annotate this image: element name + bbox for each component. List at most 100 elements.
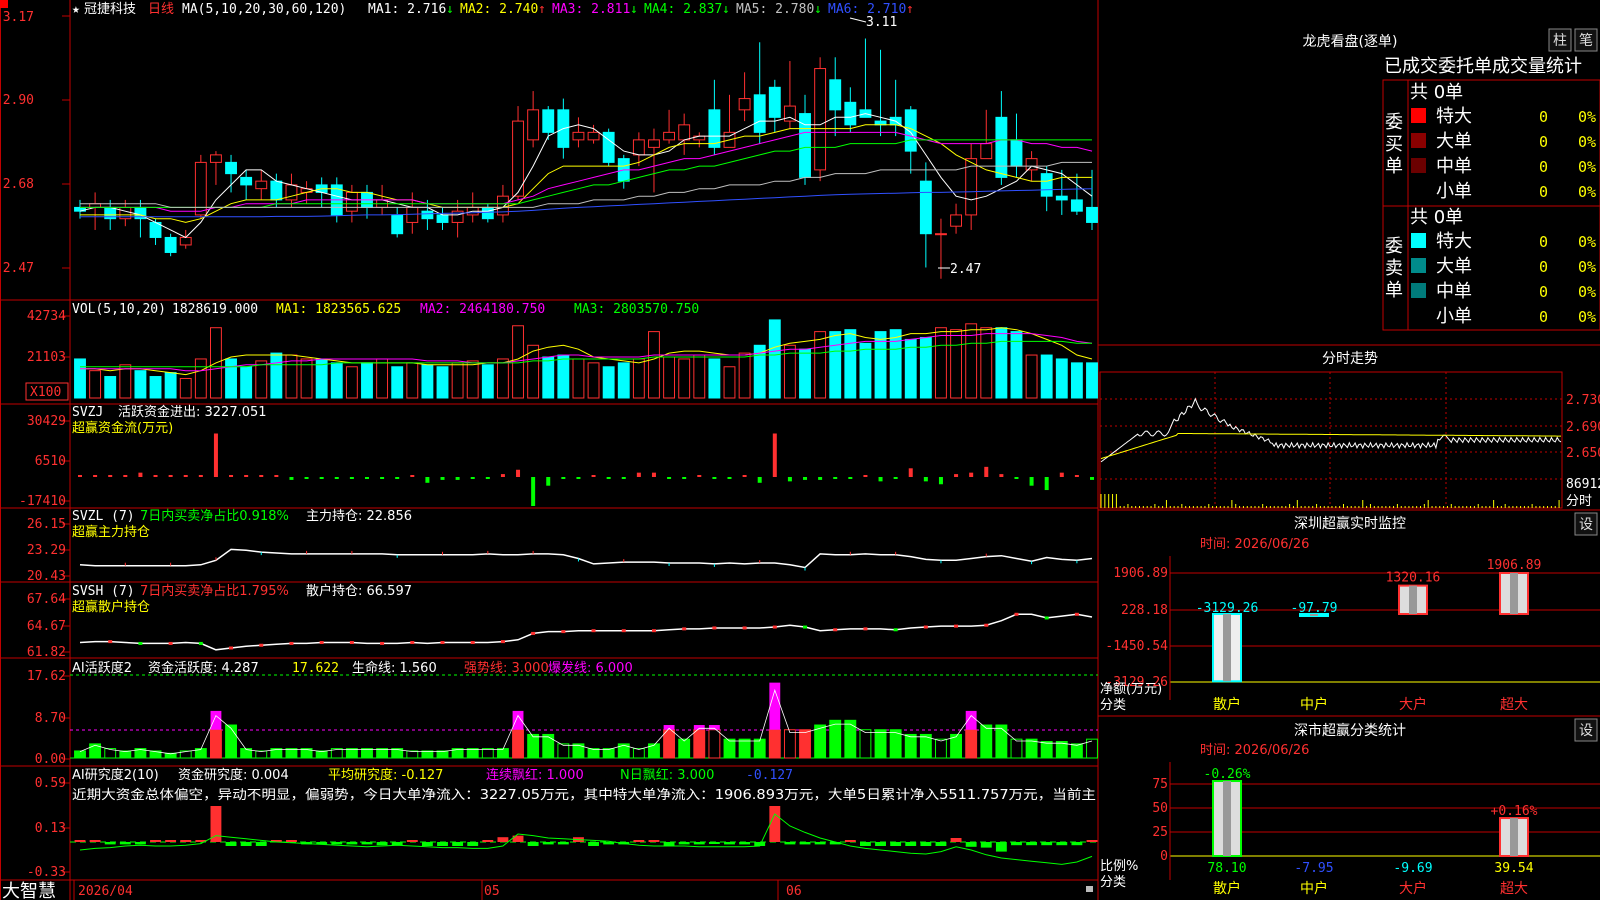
svsh-tick xyxy=(591,629,596,633)
svzj-bar xyxy=(591,475,596,477)
ma-legend-arrow: ↑ xyxy=(538,2,546,17)
longhu-row-name: 大单 xyxy=(1436,256,1472,277)
ma-legend-item: MA4: 2.837 xyxy=(644,2,722,17)
volume-bar xyxy=(768,319,781,399)
ma-lines xyxy=(79,113,1093,239)
monitor-time: 时间: 2026/06/26 xyxy=(1200,537,1309,552)
candle-body xyxy=(814,68,827,171)
svzj-sub: 超赢资金流(万元) xyxy=(72,420,173,436)
svzj-bar xyxy=(546,477,551,486)
candle-body xyxy=(572,131,585,141)
volume-bar xyxy=(179,377,192,399)
svsh-line-path xyxy=(79,613,1093,651)
candle xyxy=(572,117,585,148)
vol-header: VOL(5,10,20) xyxy=(72,302,166,317)
period-label[interactable]: 日线 xyxy=(148,2,174,17)
svsh-tick xyxy=(712,626,717,630)
candle xyxy=(481,203,494,223)
candle-body xyxy=(995,116,1008,178)
classify-bars xyxy=(1212,780,1529,858)
longhu-swatch xyxy=(1411,158,1426,173)
svzj-bar xyxy=(803,477,808,480)
ai2-bar xyxy=(769,806,781,842)
ma-legend-item: MA2: 2.740 xyxy=(460,2,538,17)
svzj-bar xyxy=(893,477,898,479)
ai1-bar xyxy=(1070,743,1083,759)
volume-bar xyxy=(406,362,419,399)
volume-bar xyxy=(859,342,872,399)
svzl-line-path xyxy=(79,548,1093,569)
ma-params: MA(5,10,20,30,60,120) xyxy=(182,2,346,17)
volume-bar xyxy=(844,329,857,399)
candle-body xyxy=(240,176,253,186)
lock-icon[interactable] xyxy=(1086,886,1093,892)
longhu-row-pct: 0% xyxy=(1578,108,1596,126)
svzj-bar xyxy=(244,475,249,477)
stock-name[interactable]: 冠捷科技 xyxy=(84,2,136,17)
volume-bar xyxy=(708,358,721,399)
candle xyxy=(950,203,962,234)
svzj-bar xyxy=(863,475,868,477)
svsh-tick xyxy=(651,629,656,633)
longhu-row-pct: 0% xyxy=(1578,283,1596,301)
svzj-bar xyxy=(289,477,294,480)
ai1-bar xyxy=(859,729,872,759)
svzj-bar xyxy=(697,475,702,477)
ai2-tick-1: 0.59 xyxy=(35,776,66,791)
svzj-bar xyxy=(576,477,581,479)
ai1-bar xyxy=(361,748,373,759)
ai2-bar xyxy=(1086,840,1098,842)
candle-body xyxy=(225,161,237,175)
ai1-header: AI活跃度2 xyxy=(72,660,132,676)
ai2-bar xyxy=(633,840,645,842)
svzj-bar xyxy=(123,475,128,477)
candle xyxy=(919,162,932,268)
candle xyxy=(617,154,630,189)
ai2-bar xyxy=(875,842,886,846)
longhu-row-count: 0 xyxy=(1539,108,1548,126)
svzj-bar xyxy=(380,477,385,479)
svsh-tick xyxy=(803,625,808,629)
monitor-settings-label: 设 xyxy=(1579,517,1593,533)
candle xyxy=(874,49,887,137)
volume-bar xyxy=(149,376,162,399)
title-star: ★ xyxy=(72,2,80,17)
svzl-tick-1: 26.15 xyxy=(27,517,66,532)
ai2-bar xyxy=(119,842,131,845)
ai2-bar xyxy=(1011,842,1022,846)
svzj-bar xyxy=(923,477,928,482)
ai2-bar xyxy=(527,842,539,846)
svzj-bar xyxy=(364,477,369,479)
ai1-bar xyxy=(74,750,86,759)
tick-mode-label: 笔 xyxy=(1579,33,1593,49)
svzj-bar xyxy=(213,433,218,477)
ai2-bar xyxy=(542,842,554,845)
svzj-tick-3: -17410 xyxy=(19,494,66,509)
ai2-bar xyxy=(995,842,1007,852)
ai2-bar xyxy=(452,842,464,846)
candle xyxy=(648,128,660,193)
monitor-title: 深圳超赢实时监控 xyxy=(1294,515,1406,532)
ai2-bar xyxy=(165,840,177,842)
volume-bar xyxy=(74,358,86,399)
longhu-row-name: 中单 xyxy=(1436,281,1472,302)
brand-label: 大智慧 xyxy=(2,881,56,900)
longhu-row-pct: 0% xyxy=(1578,133,1596,151)
vol-ma1: MA1: 1823565.625 xyxy=(276,302,401,317)
longhu-swatch xyxy=(1411,233,1426,248)
monitor-labels: -3129.26 散户 -97.79 中户 1320.16 大户 1906.89 超大 xyxy=(1196,558,1542,713)
svsh-tick xyxy=(259,643,264,647)
ai1-bars xyxy=(74,682,1098,759)
candle xyxy=(995,91,1008,185)
candle-body xyxy=(436,214,449,223)
svzj-bar xyxy=(1044,477,1049,491)
candlestick-series[interactable] xyxy=(74,38,1098,279)
ai2-bar xyxy=(588,842,599,846)
svsh-header: SVSH (7) xyxy=(72,584,135,599)
svsh-tick-1: 67.64 xyxy=(27,592,66,607)
longhu-swatch xyxy=(1411,283,1426,298)
svzj-bar xyxy=(500,474,505,477)
volume-bar xyxy=(542,356,555,399)
xaxis-may: 05 xyxy=(484,884,500,899)
ai1-bar xyxy=(225,724,237,759)
